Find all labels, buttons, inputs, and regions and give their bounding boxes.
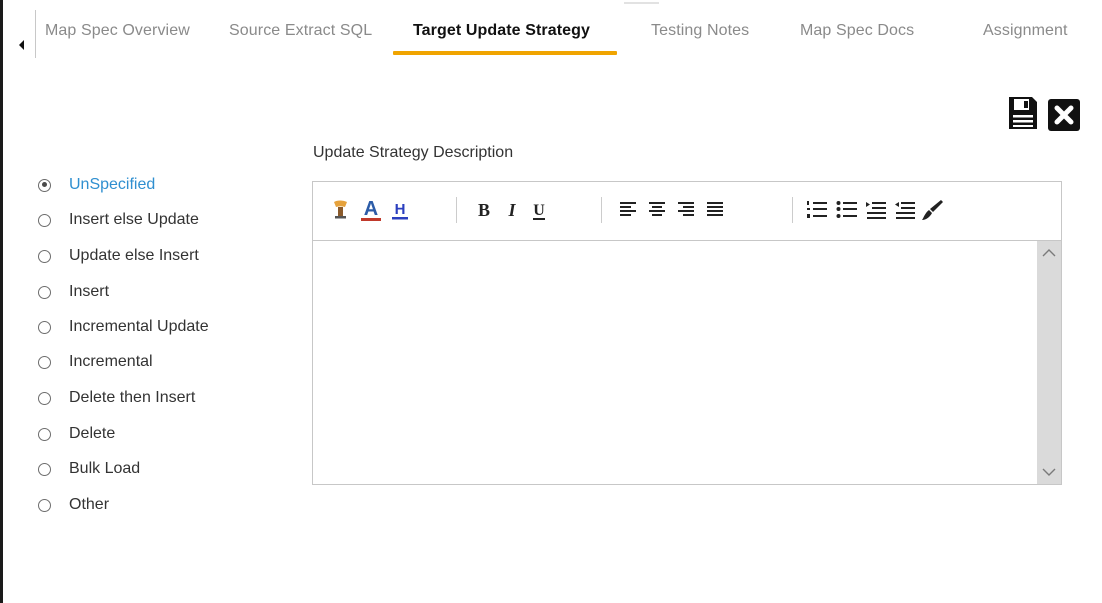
highlight-icon: H <box>392 201 408 220</box>
radio-icon <box>38 249 51 263</box>
clear-formatting-button[interactable] <box>919 196 945 224</box>
italic-icon: I <box>507 200 516 220</box>
option-incremental-update[interactable]: Incremental Update <box>38 314 209 340</box>
caret-left-icon <box>18 40 24 50</box>
indent-button[interactable] <box>863 196 889 224</box>
close-button[interactable] <box>1047 98 1081 132</box>
toolbar-separator <box>456 197 457 223</box>
top-marker <box>624 2 659 4</box>
highlight-glyph: H <box>395 201 406 218</box>
font-color-glyph: A <box>364 198 378 220</box>
option-label: Insert else Update <box>69 211 199 228</box>
option-label: Delete then Insert <box>69 389 196 406</box>
bulleted-list-icon <box>836 201 857 218</box>
tab-map-spec-docs[interactable]: Map Spec Docs <box>800 22 914 40</box>
italic-glyph: I <box>507 200 516 220</box>
underline-glyph: U <box>533 202 545 219</box>
tab-bar: Map Spec Overview Source Extract SQL Tar… <box>0 0 1102 58</box>
toolbar-separator <box>601 197 602 223</box>
option-label: Incremental Update <box>69 318 209 335</box>
option-unspecified[interactable]: UnSpecified <box>38 172 155 198</box>
align-right-button[interactable] <box>673 196 699 224</box>
close-x-icon <box>1048 99 1080 131</box>
underline-icon: U <box>533 202 545 220</box>
bulleted-list-button[interactable] <box>834 196 860 224</box>
option-label: Other <box>69 496 110 513</box>
option-insert-else-update[interactable]: Insert else Update <box>38 207 199 233</box>
option-insert[interactable]: Insert <box>38 279 109 305</box>
bold-button[interactable]: B <box>471 196 497 224</box>
justify-button[interactable] <box>702 196 728 224</box>
editor-scrollbar[interactable] <box>1037 241 1061 484</box>
align-center-button[interactable] <box>644 196 670 224</box>
editor-toolbar: A H B I U <box>313 182 1061 241</box>
scroll-down-button[interactable] <box>1037 462 1061 482</box>
radio-icon <box>38 427 51 441</box>
save-button[interactable] <box>1007 95 1039 131</box>
indent-icon <box>866 202 886 219</box>
option-label: Update else Insert <box>69 247 199 264</box>
option-update-else-insert[interactable]: Update else Insert <box>38 243 199 269</box>
align-center-icon <box>649 202 665 216</box>
description-label: Update Strategy Description <box>313 144 514 161</box>
radio-icon <box>38 285 51 299</box>
italic-button[interactable]: I <box>499 196 525 224</box>
font-family-button[interactable] <box>328 196 354 224</box>
chevron-up-icon <box>1042 249 1056 257</box>
justify-icon <box>707 202 723 216</box>
radio-icon <box>38 355 51 369</box>
active-tab-indicator <box>393 51 617 55</box>
tab-source-extract-sql[interactable]: Source Extract SQL <box>229 22 372 40</box>
align-left-button[interactable] <box>615 196 641 224</box>
font-color-icon: A <box>361 198 381 221</box>
description-textarea[interactable] <box>313 241 1037 484</box>
font-family-icon <box>334 200 347 219</box>
numbered-list-button[interactable] <box>804 196 830 224</box>
numbered-list-icon <box>807 201 827 218</box>
description-editor: A H B I U <box>312 181 1062 485</box>
radio-selected-icon <box>38 178 51 192</box>
align-right-icon <box>678 202 694 216</box>
option-label: UnSpecified <box>69 176 156 193</box>
option-label: Insert <box>69 283 110 300</box>
option-label: Incremental <box>69 353 153 370</box>
chevron-down-icon <box>1042 468 1056 476</box>
option-bulk-load[interactable]: Bulk Load <box>38 456 140 482</box>
tab-assignment[interactable]: Assignment <box>983 22 1068 40</box>
tab-testing-notes[interactable]: Testing Notes <box>651 22 749 40</box>
floppy-disk-icon <box>1009 97 1037 129</box>
align-left-icon <box>620 202 636 216</box>
option-label: Delete <box>69 425 116 442</box>
underline-button[interactable]: U <box>526 196 552 224</box>
tab-bar-divider <box>35 10 36 58</box>
brush-icon <box>922 200 943 220</box>
radio-icon <box>38 498 51 512</box>
highlight-button[interactable]: H <box>387 196 413 224</box>
outdent-button[interactable] <box>892 196 918 224</box>
bold-icon: B <box>478 200 490 220</box>
radio-icon <box>38 391 51 405</box>
font-color-button[interactable]: A <box>358 196 384 224</box>
radio-icon <box>38 320 51 334</box>
toolbar-separator <box>792 197 793 223</box>
tab-map-spec-overview[interactable]: Map Spec Overview <box>45 22 190 40</box>
option-delete-then-insert[interactable]: Delete then Insert <box>38 385 195 411</box>
left-border-rule <box>0 0 3 603</box>
tab-scroll-left-button[interactable] <box>14 34 28 56</box>
bold-glyph: B <box>478 200 490 220</box>
tab-target-update-strategy[interactable]: Target Update Strategy <box>413 22 590 40</box>
option-other[interactable]: Other <box>38 492 109 518</box>
radio-icon <box>38 462 51 476</box>
radio-icon <box>38 213 51 227</box>
option-incremental[interactable]: Incremental <box>38 349 153 375</box>
scroll-up-button[interactable] <box>1037 243 1061 263</box>
outdent-icon <box>895 202 915 219</box>
option-delete[interactable]: Delete <box>38 421 115 447</box>
option-label: Bulk Load <box>69 460 141 477</box>
